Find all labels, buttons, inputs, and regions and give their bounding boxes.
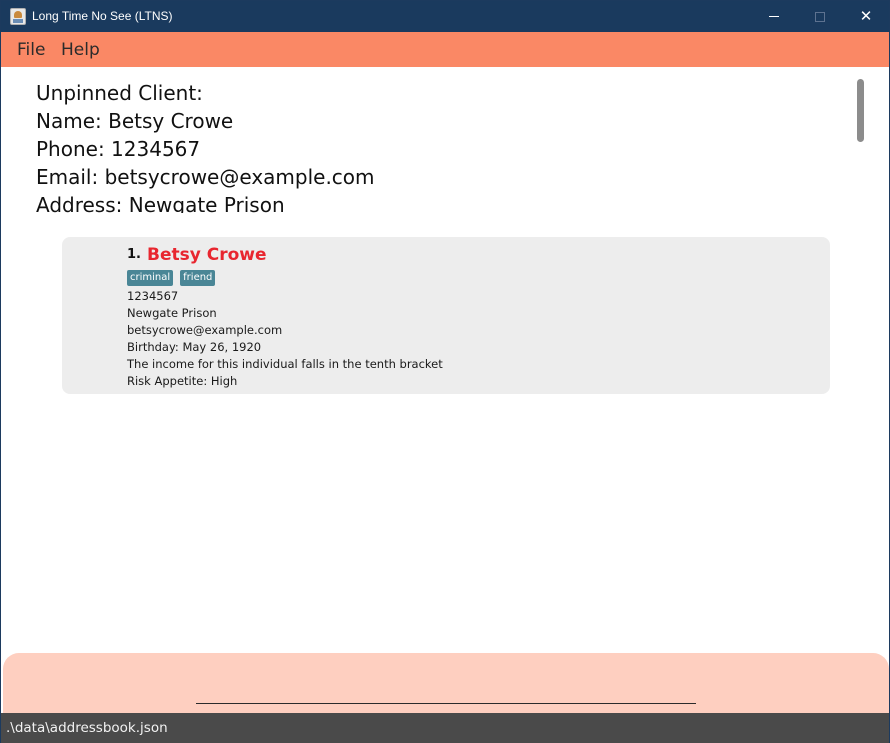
save-file-path: .\data\addressbook.json: [6, 720, 168, 736]
close-icon: ✕: [859, 7, 873, 25]
tag-criminal: criminal: [127, 270, 174, 286]
client-address: Newgate Prison: [127, 306, 217, 320]
app-icon: [10, 8, 26, 25]
maximize-button[interactable]: [797, 1, 843, 32]
client-card[interactable]: 1. Betsy Crowe criminal friend 1234567 N…: [62, 237, 830, 394]
client-name: Betsy Crowe: [147, 245, 267, 265]
minimize-button[interactable]: [751, 1, 797, 32]
maximize-icon: [815, 11, 825, 22]
detail-phone: Phone: 1234567: [36, 137, 201, 161]
detail-heading: Unpinned Client:: [36, 81, 203, 105]
menu-help[interactable]: Help: [61, 40, 100, 60]
title-bar[interactable]: Long Time No See (LTNS) ✕: [1, 1, 889, 32]
client-phone: 1234567: [127, 289, 179, 303]
client-email: betsycrowe@example.com: [127, 323, 283, 337]
minimize-icon: [769, 16, 779, 17]
command-input[interactable]: [196, 673, 696, 704]
client-detail-panel: Unpinned Client: Name: Betsy Crowe Phone…: [1, 67, 889, 213]
client-index: 1.: [127, 247, 141, 262]
close-button[interactable]: ✕: [843, 1, 889, 32]
detail-address: Address: Newgate Prison: [36, 193, 285, 213]
client-tags: criminal friend: [127, 270, 216, 286]
detail-name: Name: Betsy Crowe: [36, 109, 234, 133]
menu-bar: File Help: [1, 32, 889, 67]
menu-file[interactable]: File: [17, 40, 45, 60]
detail-scrollbar[interactable]: [857, 79, 864, 142]
app-window: Long Time No See (LTNS) ✕ File Help Unpi…: [0, 0, 890, 743]
status-bar: .\data\addressbook.json: [1, 713, 889, 743]
client-birthday: Birthday: May 26, 1920: [127, 340, 262, 354]
client-income: The income for this individual falls in …: [127, 357, 443, 371]
detail-email: Email: betsycrowe@example.com: [36, 165, 375, 189]
window-title: Long Time No See (LTNS): [32, 9, 173, 23]
client-risk-appetite: Risk Appetite: High: [127, 374, 238, 388]
tag-friend: friend: [180, 270, 216, 286]
